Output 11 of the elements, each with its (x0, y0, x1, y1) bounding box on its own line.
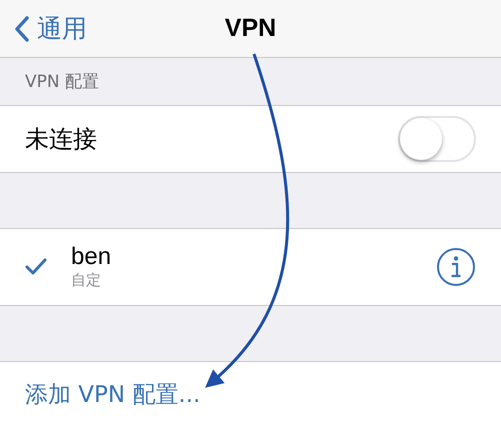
status-label: 未连接 (25, 124, 97, 155)
back-chevron-icon (15, 16, 29, 42)
list-row[interactable]: ben 自定 (0, 229, 501, 306)
config-type: 自定 (71, 270, 102, 290)
config-name: ben (71, 244, 112, 271)
info-icon[interactable] (436, 247, 476, 287)
section-header: VPN 配置 (25, 71, 100, 93)
add-vpn-link[interactable]: 添加 VPN 配置... (25, 379, 200, 410)
back-button[interactable]: 通用 (0, 12, 87, 45)
toggle-switch[interactable] (398, 116, 476, 162)
window-title: VPN (224, 14, 276, 43)
